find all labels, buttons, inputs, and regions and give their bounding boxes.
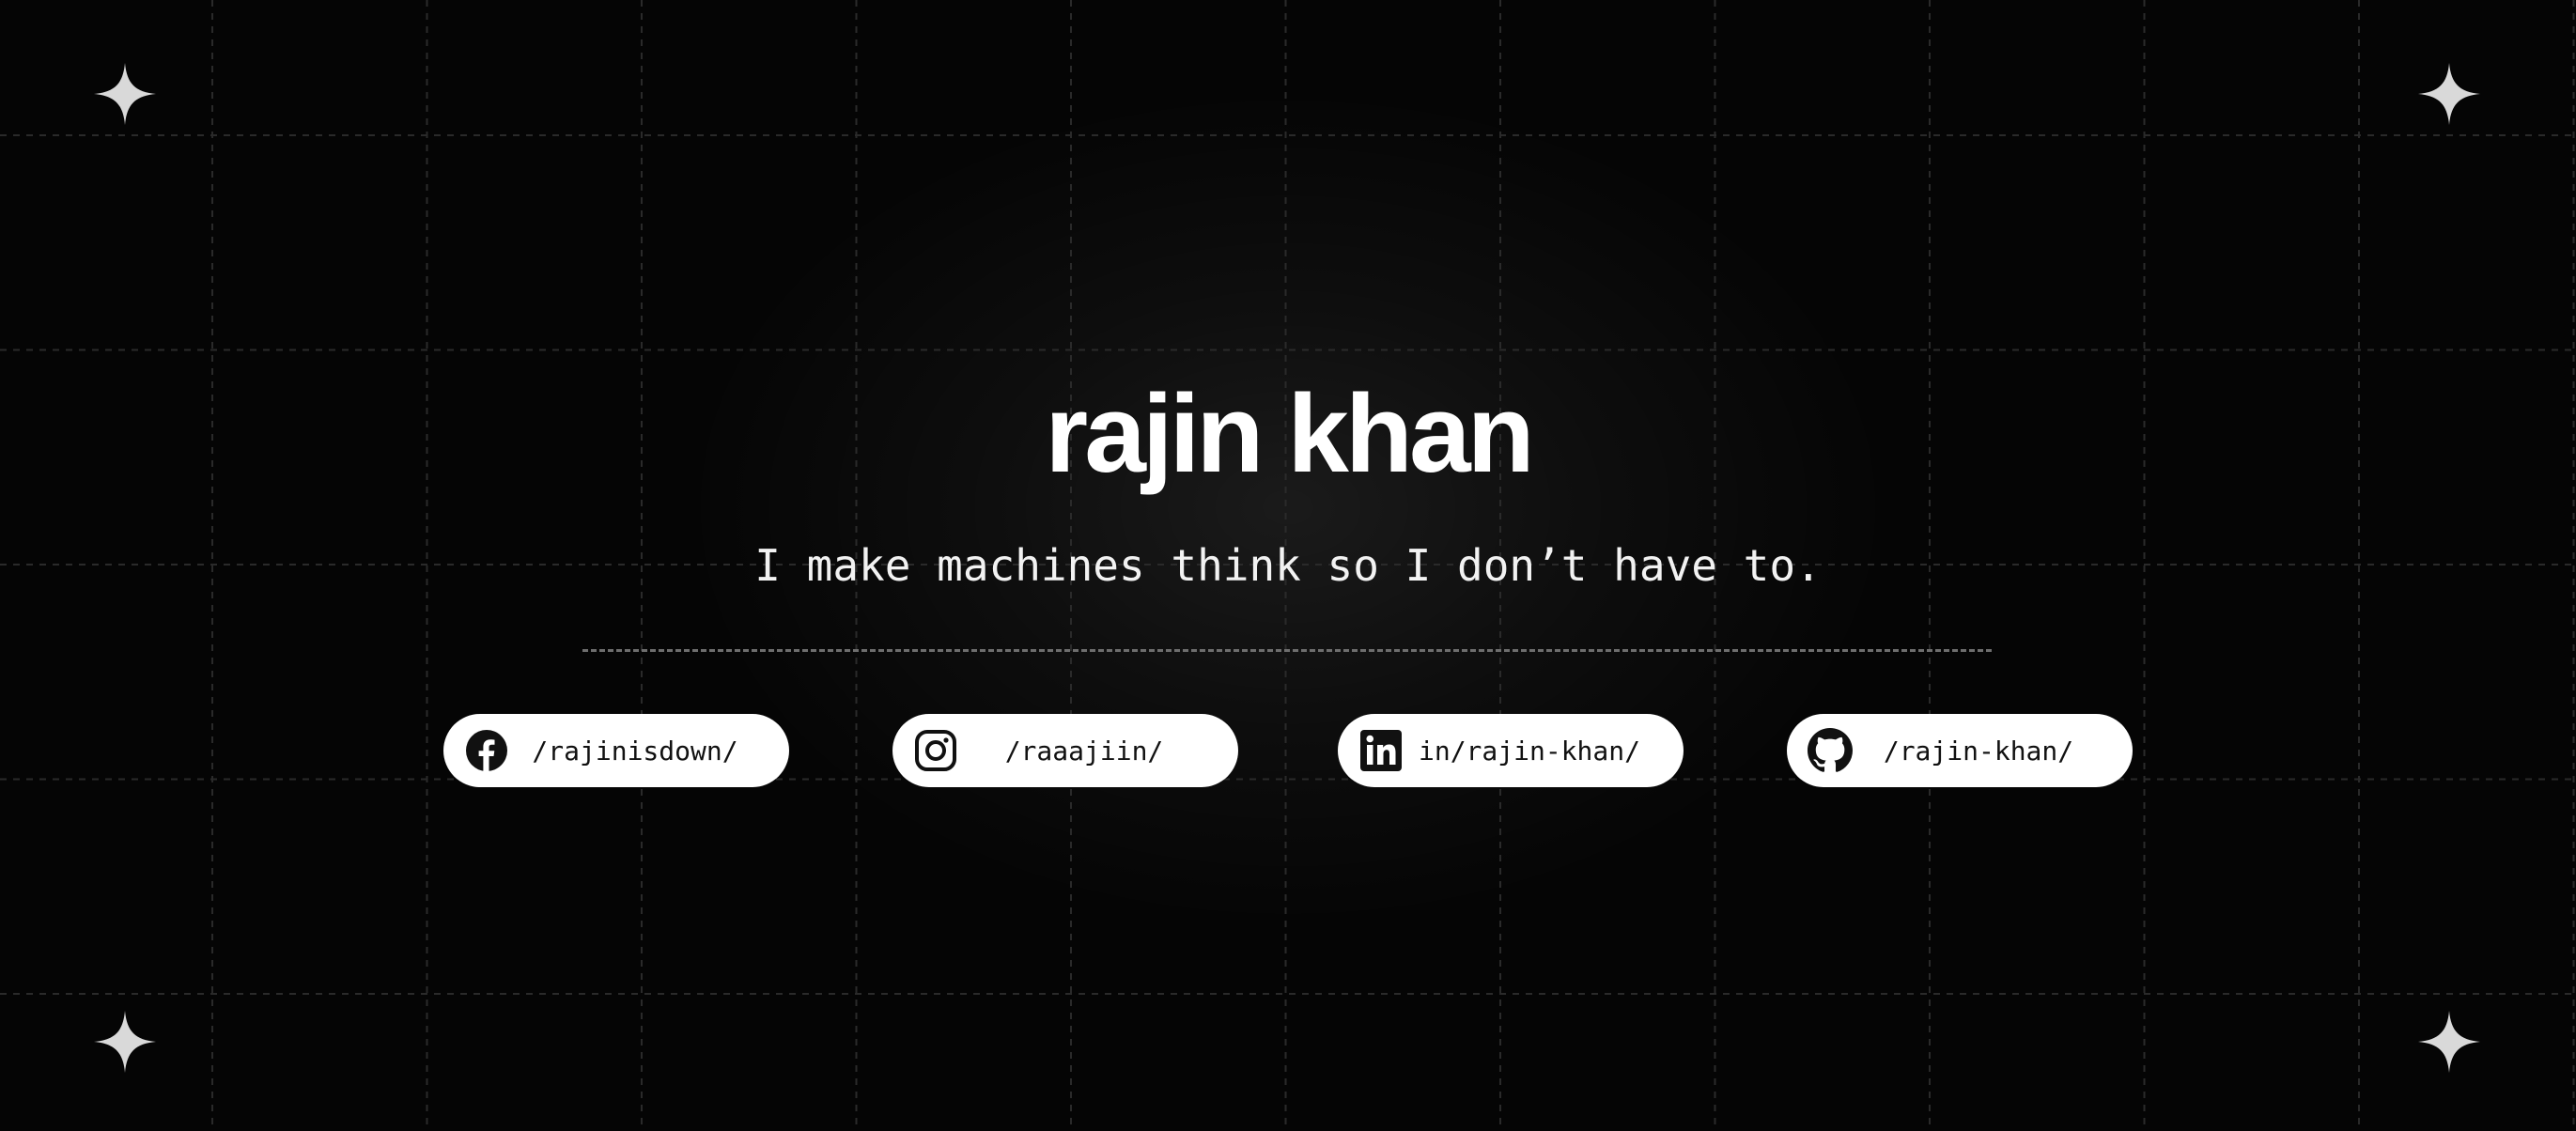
sparkle-icon (2418, 1011, 2480, 1073)
facebook-icon (464, 728, 509, 773)
tagline: I make machines think so I don’t have to… (754, 540, 1822, 591)
facebook-link[interactable]: /rajinisdown/ (443, 714, 789, 787)
landing-page: rajin khan I make machines think so I do… (0, 0, 2576, 1131)
sparkle-icon (94, 63, 156, 125)
sparkle-icon (94, 1011, 156, 1073)
linkedin-link[interactable]: in/rajin-khan/ (1338, 714, 1684, 787)
github-handle: /rajin-khan/ (1883, 735, 2074, 767)
instagram-handle: /raaajiin/ (1004, 735, 1164, 767)
linkedin-handle: in/rajin-khan/ (1418, 735, 1640, 767)
instagram-icon (913, 728, 958, 773)
github-icon (1808, 728, 1853, 773)
github-link[interactable]: /rajin-khan/ (1787, 714, 2133, 787)
linkedin-icon (1358, 728, 1404, 773)
page-title: rajin khan (1045, 372, 1534, 496)
instagram-link[interactable]: /raaajiin/ (892, 714, 1238, 787)
dashed-divider (582, 649, 1992, 652)
facebook-handle: /rajinisdown/ (532, 735, 738, 767)
sparkle-icon (2418, 63, 2480, 125)
social-links: /rajinisdown/ /raaajiin/ in/rajin-khan/ … (0, 714, 2576, 787)
